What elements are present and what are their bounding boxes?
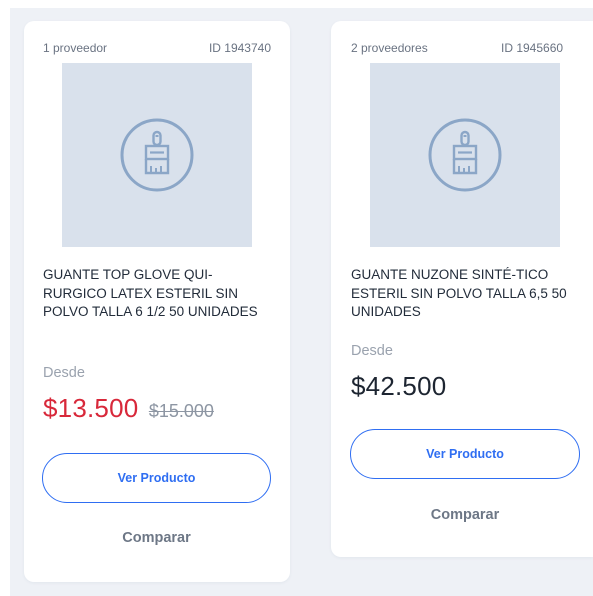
paint-brush-icon: [120, 118, 194, 192]
view-product-button[interactable]: Ver Producto: [350, 429, 580, 479]
providers-count: 2 proveedores: [351, 41, 428, 55]
view-product-button[interactable]: Ver Producto: [42, 453, 271, 503]
product-id: ID 1945660: [501, 41, 564, 55]
price-from-label: Desde: [351, 343, 393, 359]
product-image-placeholder[interactable]: [62, 63, 252, 247]
price-from-label: Desde: [43, 365, 85, 381]
compare-link[interactable]: Comparar: [350, 507, 580, 523]
product-title[interactable]: GUANTE TOP GLOVE QUI-RURGICO LATEX ESTER…: [43, 266, 268, 322]
product-image-placeholder[interactable]: [370, 63, 560, 247]
providers-count: 1 proveedor: [43, 41, 108, 55]
current-price: $42.500: [351, 371, 447, 401]
paint-brush-icon: [428, 118, 502, 192]
price-row: $13.500 $15.000: [43, 393, 214, 424]
original-price: $15.000: [148, 401, 214, 421]
product-id: ID 1943740: [208, 41, 271, 55]
product-card: 1 proveedor ID 1943740 GUANTE TOP GLOVE …: [24, 21, 290, 582]
product-card: 2 proveedores ID 1945660 GUANTE NUZONE S…: [331, 21, 593, 557]
compare-link[interactable]: Comparar: [42, 530, 271, 546]
price-row: $42.500: [351, 371, 446, 402]
current-price: $13.500: [43, 393, 139, 423]
product-title[interactable]: GUANTE NUZONE SINTÉ-TICO ESTERIL SIN POL…: [351, 266, 576, 322]
